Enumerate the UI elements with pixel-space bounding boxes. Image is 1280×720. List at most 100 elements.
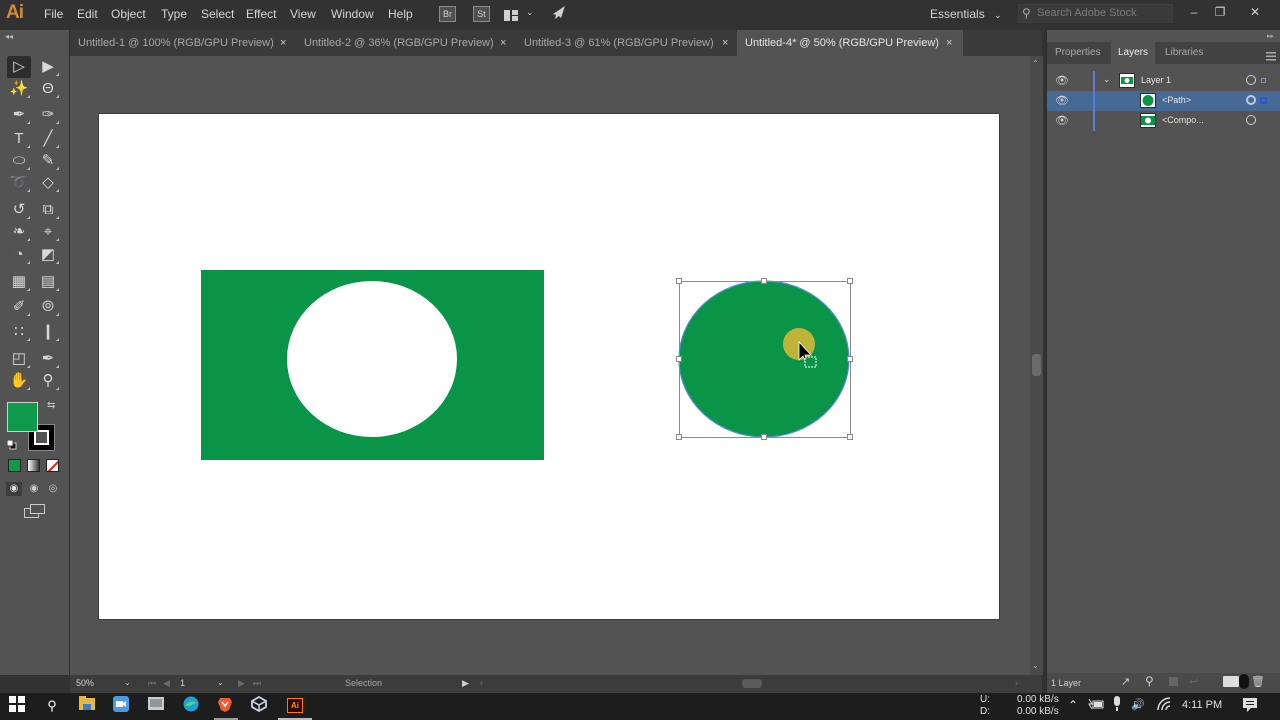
draw-inside-icon[interactable]: ◎ [45,482,61,496]
panel-menu-icon[interactable] [1266,48,1276,61]
show-hidden-icons-chevron[interactable]: ⌃ [1068,698,1078,712]
slice-tool[interactable]: ✒ [36,348,60,370]
scale-tool[interactable]: ⧉ [36,199,60,221]
menu-edit[interactable]: Edit [77,7,98,21]
clock[interactable]: 4:11 PM [1182,699,1222,711]
start-button[interactable] [6,696,28,716]
curvature-tool[interactable]: ✑ [36,104,60,126]
layer-target-icon[interactable] [1246,75,1256,85]
compound-path-flag[interactable] [201,270,544,460]
stock-search-input[interactable] [1037,7,1167,19]
default-fill-stroke-icon[interactable] [6,437,17,450]
close-window-button[interactable]: ✕ [1244,3,1266,21]
gradient-mode-button[interactable] [27,459,40,472]
direct-selection-tool[interactable]: ▶ [36,56,60,78]
arrange-chevron-icon[interactable]: ⌄ [526,7,534,18]
h-scroll-left-icon[interactable]: ‹ [480,678,483,688]
expand-panel-icon[interactable]: ▸▸ [1267,32,1274,40]
canvas-area[interactable] [70,56,1030,675]
gpu-performance-button[interactable] [550,5,566,26]
scroll-down-icon[interactable]: ⌄ [1032,661,1039,670]
draw-behind-icon[interactable]: ◉ [26,482,42,496]
blend-tool[interactable]: ⦾ [36,296,60,318]
draw-normal-icon[interactable]: ◉ [6,482,22,496]
paintbrush-tool[interactable]: ✎ [36,150,60,172]
shape-builder-tool[interactable]: ◔ [7,244,31,266]
layer-row-compound-path[interactable]: 👁 <Compo... [1047,111,1280,131]
make-clipping-mask-icon[interactable] [1169,677,1178,686]
scroll-thumb[interactable] [1032,354,1041,376]
magic-wand-tool[interactable]: ✨ [7,78,31,100]
wifi-icon[interactable] [1157,697,1171,714]
scroll-up-icon[interactable]: ⌃ [1032,59,1039,68]
layer-name[interactable]: Layer 1 [1141,75,1171,85]
selected-path[interactable] [676,278,853,440]
menu-object[interactable]: Object [111,7,146,21]
ellipse-tool[interactable]: ⬭ [7,150,31,172]
menu-help[interactable]: Help [388,7,413,21]
artboard[interactable] [99,114,999,619]
menu-view[interactable]: View [290,7,316,21]
layer-selection-indicator[interactable] [1261,78,1266,83]
artboard-number-field[interactable]: 1 [180,678,185,688]
tab-libraries[interactable]: Libraries [1158,42,1210,64]
gradient-tool[interactable]: ▤ [36,271,60,293]
close-tab-icon[interactable]: × [946,30,952,56]
menu-effect[interactable]: Effect [246,7,276,21]
virtualbox-button[interactable] [248,695,270,716]
menu-select[interactable]: Select [201,7,234,21]
none-mode-button[interactable] [46,459,59,472]
visibility-eye-icon[interactable]: 👁 [1055,114,1069,127]
artboard-dropdown-icon[interactable]: ⌄ [217,678,224,687]
column-graph-tool[interactable]: ❙ [36,321,60,343]
hand-tool[interactable]: ✋ [7,370,31,392]
h-scroll-right-icon[interactable]: › [1015,678,1018,688]
shaper-tool[interactable]: ➰ [7,172,31,194]
expand-chevron-icon[interactable]: ⌄ [1103,74,1111,85]
close-tab-icon[interactable]: × [280,30,286,56]
path-target-icon[interactable] [1246,95,1256,105]
search-button[interactable]: ⚲ [41,696,63,716]
previous-artboard-icon[interactable]: ◀ [163,678,170,689]
path-name[interactable]: <Path> [1162,95,1191,105]
close-tab-icon[interactable]: × [500,30,506,56]
menu-type[interactable]: Type [161,7,187,21]
horizontal-scroll-thumb[interactable] [742,679,762,688]
mesh-tool[interactable]: ▦ [7,271,31,293]
tab-layers[interactable]: Layers [1111,42,1156,64]
tab-properties[interactable]: Properties [1048,42,1108,64]
artboard-tool[interactable]: ◰ [7,348,31,370]
compound-path-target-icon[interactable] [1246,115,1256,125]
microphone-icon[interactable] [1113,696,1121,715]
tab-untitled-1[interactable]: Untitled-1 @ 100% (RGB/GPU Preview) × [70,30,295,56]
tab-untitled-3[interactable]: Untitled-3 @ 61% (RGB/GPU Preview) × [516,30,736,56]
next-artboard-icon[interactable]: ▶ [238,678,245,689]
lasso-tool[interactable]: Θ [36,78,60,100]
green-circle-path[interactable] [678,280,850,438]
vertical-scrollbar[interactable]: ⌃ ⌄ [1030,56,1043,675]
volume-icon[interactable]: 🔊 [1131,698,1145,711]
brave-browser-button[interactable] [214,696,236,716]
delete-layer-icon[interactable]: 🗑 [1251,675,1265,688]
action-center-icon[interactable] [1242,697,1258,716]
color-mode-button[interactable] [8,459,21,472]
close-tab-icon[interactable]: × [722,30,728,56]
collapse-panel-icon[interactable]: ◂◂ [5,32,13,41]
zoom-tool[interactable]: ⚲ [36,370,60,392]
rotate-tool[interactable]: ↺ [7,199,31,221]
export-icon[interactable]: ↗ [1121,675,1130,688]
menu-file[interactable]: File [44,7,63,21]
create-sublayer-icon[interactable]: ↩ [1189,675,1198,688]
pin-tool[interactable]: ⌖ [36,221,60,243]
visibility-eye-icon[interactable]: 👁 [1055,94,1069,107]
arrange-documents-button[interactable] [504,8,518,21]
menu-window[interactable]: Window [331,7,374,21]
create-new-layer-icon[interactable] [1223,676,1239,687]
swap-fill-stroke-icon[interactable]: ⇆ [47,400,55,411]
zoom-app-button[interactable] [110,696,132,716]
line-segment-tool[interactable]: ╱ [36,128,60,150]
zoom-dropdown-icon[interactable]: ⌄ [124,678,131,687]
bridge-button[interactable]: Br [439,6,456,22]
fill-swatch[interactable] [7,402,38,432]
puppet-warp-tool[interactable]: ❧ [7,221,31,243]
